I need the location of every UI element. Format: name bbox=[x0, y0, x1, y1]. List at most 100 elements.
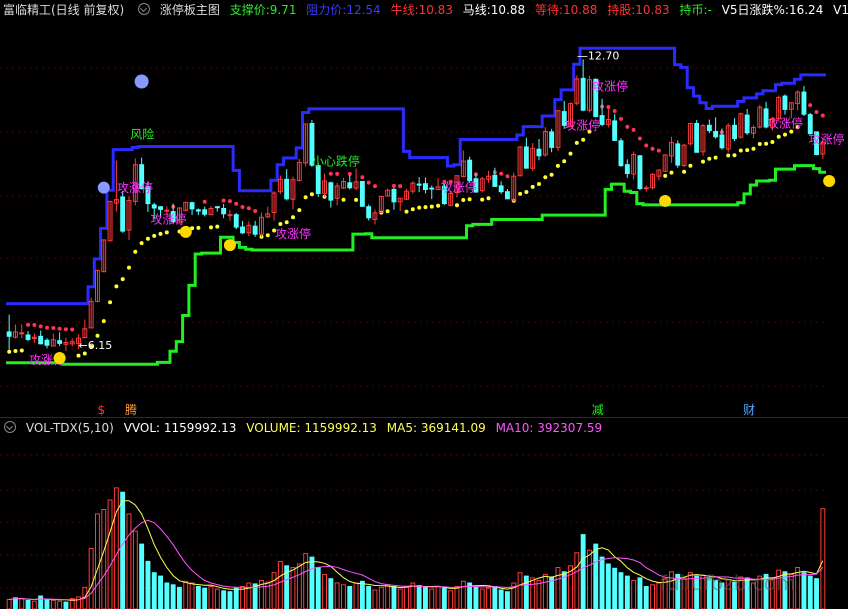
candle bbox=[233, 212, 239, 230]
candle bbox=[498, 181, 504, 194]
candle bbox=[195, 208, 201, 216]
volume-bar bbox=[517, 572, 523, 609]
candle-body bbox=[416, 183, 422, 186]
trend-dot bbox=[814, 110, 819, 114]
trend-dot bbox=[625, 124, 630, 129]
candle-body bbox=[120, 196, 126, 232]
volume-bar bbox=[820, 508, 826, 609]
candle bbox=[580, 59, 586, 112]
volume-bar bbox=[429, 588, 435, 609]
trend-dot bbox=[770, 140, 775, 144]
trend-dot bbox=[505, 174, 510, 179]
candle-body bbox=[151, 204, 157, 209]
candle bbox=[460, 150, 466, 178]
candle bbox=[82, 319, 88, 339]
volume-bar bbox=[631, 580, 637, 609]
annotations: 攻涨停攻涨停攻涨停攻涨停攻涨停攻涨停攻涨停攻涨停攻涨停风险小心跌停—12.70←… bbox=[29, 49, 845, 417]
trend-dot bbox=[373, 184, 377, 189]
candle-body bbox=[359, 181, 365, 207]
volume-bar bbox=[643, 586, 649, 609]
candle bbox=[227, 209, 233, 221]
candle bbox=[423, 177, 428, 194]
candle bbox=[31, 333, 37, 343]
volume-bar bbox=[139, 543, 145, 609]
volume-bar bbox=[189, 582, 195, 609]
pullup-label: 攻涨停 bbox=[117, 180, 153, 195]
candle bbox=[694, 119, 700, 153]
trend-dot bbox=[783, 132, 787, 137]
signal-s-label: $ bbox=[97, 403, 105, 417]
volume-bar bbox=[505, 591, 510, 609]
candle bbox=[391, 187, 397, 210]
volume-bar bbox=[296, 563, 302, 609]
signal-teng-label: 腾 bbox=[125, 402, 137, 417]
candle-body bbox=[38, 335, 44, 345]
candle bbox=[549, 128, 555, 153]
volume-bar bbox=[404, 586, 410, 609]
volume-bar bbox=[814, 578, 819, 609]
trend-dot bbox=[309, 192, 314, 197]
candle bbox=[322, 173, 328, 197]
trend-dot bbox=[764, 141, 769, 146]
volume-bar bbox=[467, 582, 473, 609]
trend-dot bbox=[461, 198, 466, 202]
candle bbox=[341, 177, 346, 189]
trend-dot bbox=[265, 233, 270, 238]
trend-dot bbox=[518, 191, 523, 196]
candle bbox=[782, 94, 788, 115]
candle-body bbox=[391, 188, 397, 203]
candle bbox=[189, 201, 195, 216]
candle bbox=[687, 123, 693, 146]
volume-bar bbox=[347, 586, 353, 609]
volume-bar bbox=[498, 589, 504, 609]
volume-bar bbox=[113, 487, 119, 609]
trend-dot bbox=[537, 182, 541, 186]
candle-body bbox=[164, 209, 170, 212]
trend-dot bbox=[480, 197, 485, 202]
volume-bar bbox=[441, 587, 447, 609]
candle-body bbox=[732, 124, 737, 140]
trend-dot bbox=[45, 325, 49, 330]
volume-bar bbox=[132, 530, 138, 609]
candle bbox=[807, 112, 813, 135]
candle bbox=[202, 206, 208, 217]
candle-body bbox=[675, 143, 681, 166]
trend-dot bbox=[574, 140, 579, 145]
resistance-step-line bbox=[6, 46, 826, 306]
trend-dot bbox=[360, 175, 365, 180]
trend-dot bbox=[644, 143, 649, 148]
volume-bar bbox=[126, 513, 132, 609]
candle bbox=[713, 117, 719, 139]
volume-bar bbox=[612, 567, 618, 609]
chart-canvas[interactable]: 攻涨停攻涨停攻涨停攻涨停攻涨停攻涨停攻涨停攻涨停攻涨停风险小心跌停—12.70←… bbox=[0, 0, 848, 609]
candle bbox=[13, 324, 18, 339]
volume-bar bbox=[479, 588, 485, 609]
volume-bar bbox=[120, 491, 126, 609]
support-line bbox=[6, 164, 826, 366]
candle bbox=[643, 185, 649, 192]
candle bbox=[259, 212, 264, 237]
candle bbox=[25, 330, 31, 342]
pullup-label: 攻涨停 bbox=[151, 211, 187, 226]
trend-dot bbox=[663, 173, 668, 178]
candle bbox=[353, 168, 359, 191]
trend-dot bbox=[688, 163, 693, 168]
candle bbox=[88, 297, 94, 329]
trend-dot bbox=[385, 209, 390, 214]
volume-bar bbox=[385, 584, 391, 609]
trend-dot bbox=[196, 225, 201, 230]
candle bbox=[725, 123, 731, 153]
trend-dot bbox=[486, 196, 491, 201]
trend-dot bbox=[682, 169, 687, 174]
trend-dot bbox=[398, 184, 403, 189]
trend-dot bbox=[221, 198, 226, 203]
candle bbox=[700, 123, 706, 156]
candle bbox=[290, 176, 296, 210]
candle bbox=[214, 206, 220, 212]
candle bbox=[6, 314, 12, 350]
candle-body bbox=[713, 131, 719, 138]
volume-bar bbox=[145, 560, 151, 609]
pullup-label: 攻涨停 bbox=[564, 118, 600, 133]
candle bbox=[662, 154, 668, 172]
volume-bar bbox=[372, 589, 378, 609]
